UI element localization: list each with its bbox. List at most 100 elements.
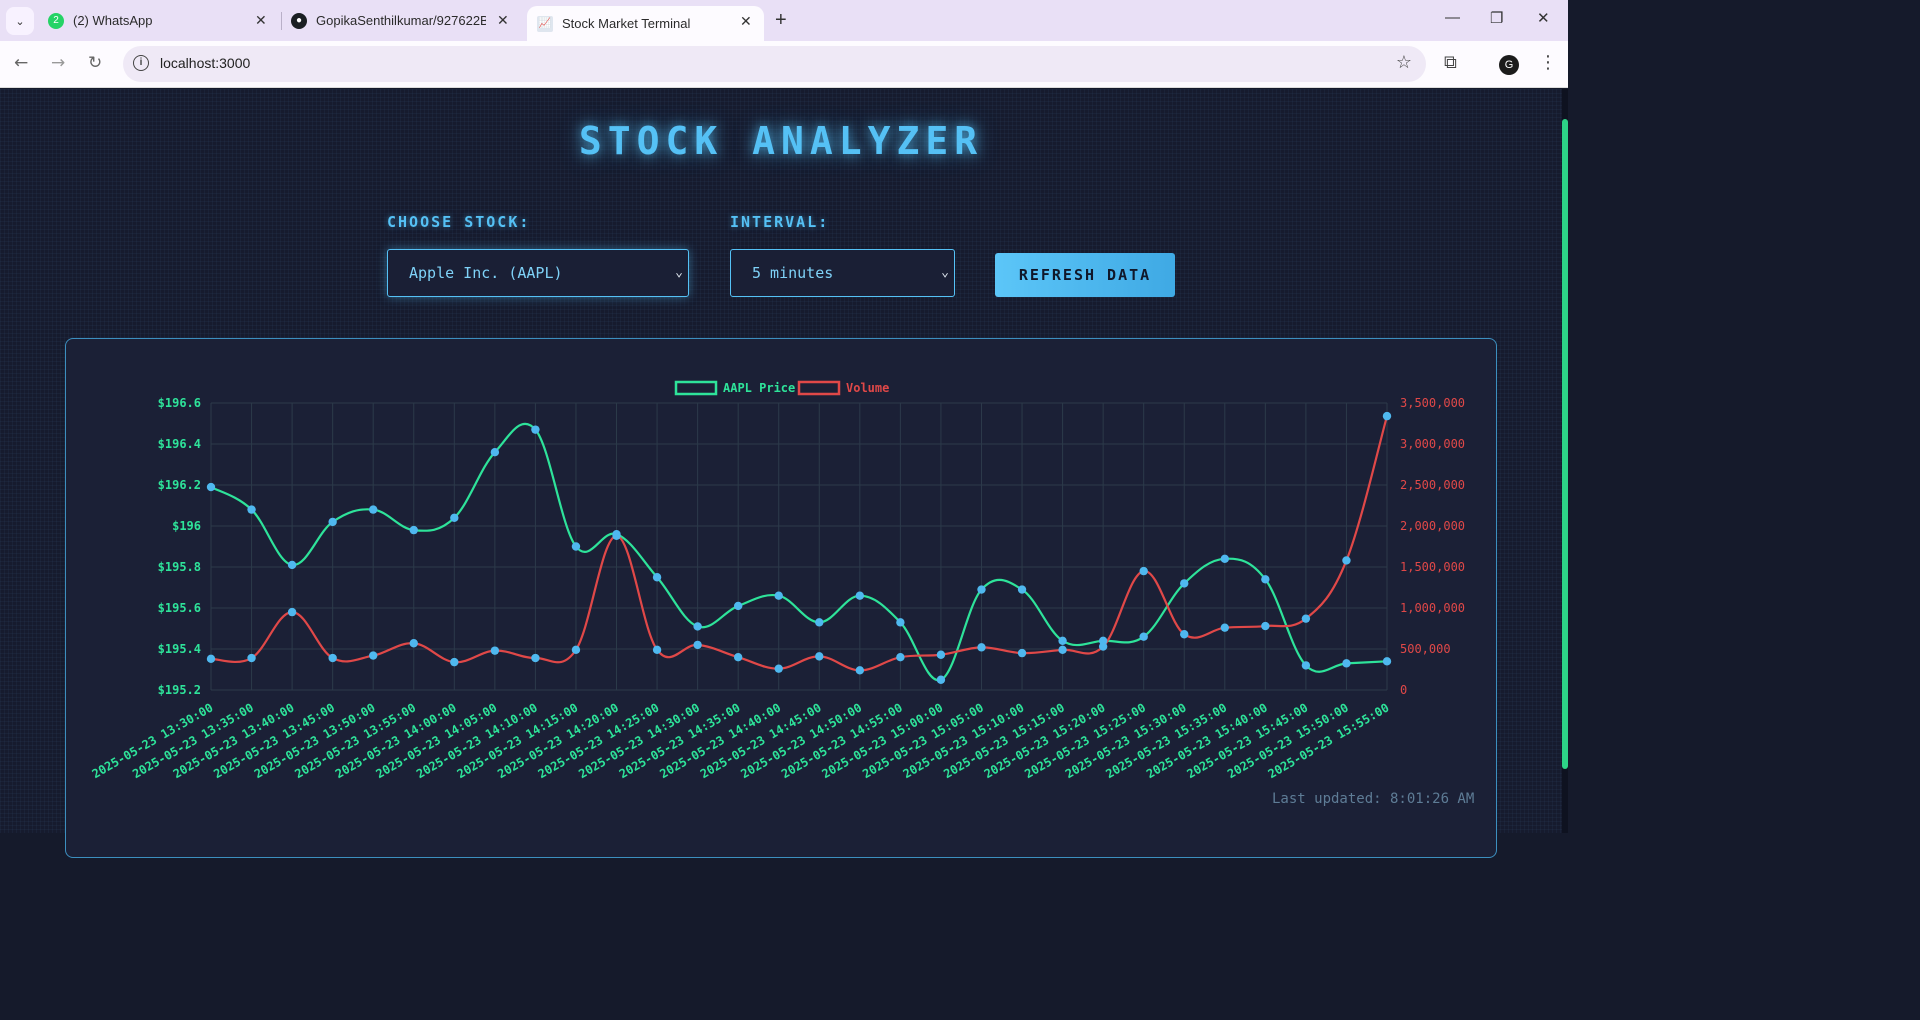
chevron-down-icon: ⌄ <box>15 14 25 28</box>
scrollbar-thumb[interactable] <box>1562 119 1568 769</box>
price-data-point <box>1342 659 1351 668</box>
url-text[interactable]: localhost:3000 <box>160 55 250 71</box>
forward-icon[interactable]: → <box>51 53 65 73</box>
volume-data-point <box>409 639 418 648</box>
volume-data-point <box>936 650 946 659</box>
interval-select[interactable]: 5 minutes ⌄ <box>730 249 955 297</box>
price-data-point <box>1382 657 1392 666</box>
chevron-down-icon: ⌄ <box>675 265 683 280</box>
back-icon[interactable]: ← <box>14 53 28 73</box>
y-left-tick-label: $196 <box>172 519 201 533</box>
price-data-point <box>1180 579 1189 588</box>
volume-data-point <box>1301 614 1311 623</box>
price-data-point <box>936 675 946 684</box>
price-data-point <box>206 482 216 492</box>
price-data-point <box>774 591 783 600</box>
profile-avatar[interactable]: G <box>1499 55 1519 75</box>
price-data-point <box>328 517 337 527</box>
tab-whatsapp[interactable]: 2 (2) WhatsApp ✕ <box>48 0 278 41</box>
tab-title: (2) WhatsApp <box>73 13 153 28</box>
tab-github[interactable]: ● GopikaSenthilkumar/927622BIT ✕ <box>291 0 516 41</box>
price-data-point <box>652 573 662 582</box>
browser-tab-bar: ⌄ 2 (2) WhatsApp ✕ ● GopikaSenthilkumar/… <box>0 0 1568 41</box>
volume-data-point <box>1220 623 1229 632</box>
y-right-tick-label: 1,000,000 <box>1400 601 1465 615</box>
price-data-point <box>815 618 824 627</box>
page-title: STOCK ANALYZER <box>578 119 984 163</box>
chevron-down-icon: ⌄ <box>941 265 949 280</box>
price-data-point <box>977 585 986 594</box>
volume-data-point <box>855 666 865 675</box>
github-icon: ● <box>291 12 307 29</box>
whatsapp-icon: 2 <box>48 12 64 29</box>
volume-data-point <box>531 653 540 663</box>
chart-icon: 📈 <box>537 15 553 32</box>
volume-data-point <box>977 643 986 652</box>
extensions-icon[interactable]: ⧉ <box>1444 52 1457 73</box>
volume-data-point <box>652 645 662 655</box>
tab-search-button[interactable]: ⌄ <box>6 7 34 35</box>
stock-label: CHOOSE STOCK: <box>387 213 531 231</box>
volume-data-point <box>206 654 216 664</box>
stock-select[interactable]: Apple Inc. (AAPL) ⌄ <box>387 249 689 297</box>
close-window-icon[interactable]: ✕ <box>1537 9 1550 27</box>
price-data-point <box>287 560 297 570</box>
volume-data-point <box>287 607 297 617</box>
y-left-tick-label: $195.4 <box>158 642 201 656</box>
price-data-point <box>450 513 459 522</box>
restore-icon[interactable]: ❐ <box>1490 9 1503 27</box>
volume-data-point <box>693 640 702 650</box>
price-data-point <box>1261 575 1270 584</box>
close-tab-icon[interactable]: ✕ <box>255 12 267 29</box>
volume-data-point <box>1058 645 1067 655</box>
y-left-tick-label: $196.6 <box>158 396 201 410</box>
y-right-tick-label: 0 <box>1400 683 1407 697</box>
close-tab-icon[interactable]: ✕ <box>740 13 752 30</box>
reload-icon[interactable]: ↻ <box>88 53 102 73</box>
volume-data-point <box>1261 621 1270 631</box>
close-tab-icon[interactable]: ✕ <box>497 12 509 29</box>
price-data-point <box>733 601 743 611</box>
volume-data-point <box>450 657 459 667</box>
chart-panel: $196.6 $196.4 $196.2 $196 $195.8 $195.6 $195.4… <box>65 338 1497 858</box>
site-info-icon[interactable]: i <box>133 55 149 71</box>
price-data-point <box>896 618 905 627</box>
volume-data-point <box>1139 566 1148 576</box>
bookmark-star-icon[interactable]: ☆ <box>1396 52 1412 73</box>
browser-toolbar: ← → ↻ i localhost:3000 ☆ ⧉ G ⋮ <box>0 41 1568 88</box>
stock-select-value: Apple Inc. (AAPL) <box>409 264 563 282</box>
price-data-point <box>1220 554 1229 563</box>
y-left-tick-label: $196.2 <box>158 478 201 492</box>
refresh-data-button[interactable]: REFRESH DATA <box>995 253 1175 297</box>
price-data-point <box>571 542 581 551</box>
browser-menu-icon[interactable]: ⋮ <box>1539 52 1557 73</box>
price-data-point <box>1058 636 1067 645</box>
legend-price-label: AAPL Price <box>723 381 795 395</box>
tab-stock-market-terminal[interactable]: 📈 Stock Market Terminal ✕ <box>527 6 764 41</box>
volume-data-point <box>733 653 743 662</box>
volume-data-point <box>247 653 256 663</box>
legend-volume-swatch <box>797 380 841 396</box>
volume-data-point <box>1180 630 1189 639</box>
y-left-tick-label: $195.6 <box>158 601 201 615</box>
volume-data-point <box>1382 411 1392 421</box>
price-data-point <box>1301 661 1311 670</box>
interval-label: INTERVAL: <box>730 213 830 231</box>
address-bar[interactable]: i localhost:3000 ☆ <box>123 46 1426 82</box>
price-series-line <box>210 422 1388 682</box>
price-data-point <box>369 505 378 514</box>
y-left-tick-label: $195.2 <box>158 683 201 697</box>
new-tab-icon[interactable]: + <box>775 9 787 32</box>
price-data-point <box>693 622 702 631</box>
tab-title: Stock Market Terminal <box>562 16 691 31</box>
y-left-tick-label: $196.4 <box>158 437 201 451</box>
minimize-icon[interactable]: — <box>1445 9 1460 26</box>
y-right-tick-label: 1,500,000 <box>1400 560 1465 574</box>
volume-data-point <box>490 646 500 655</box>
y-right-tick-label: 2,000,000 <box>1400 519 1465 533</box>
tab-title: GopikaSenthilkumar/927622BIT <box>316 13 486 28</box>
price-data-point <box>409 525 418 535</box>
volume-data-point <box>571 645 581 655</box>
volume-data-point <box>328 653 337 663</box>
y-left-tick-label: $195.8 <box>158 560 201 574</box>
